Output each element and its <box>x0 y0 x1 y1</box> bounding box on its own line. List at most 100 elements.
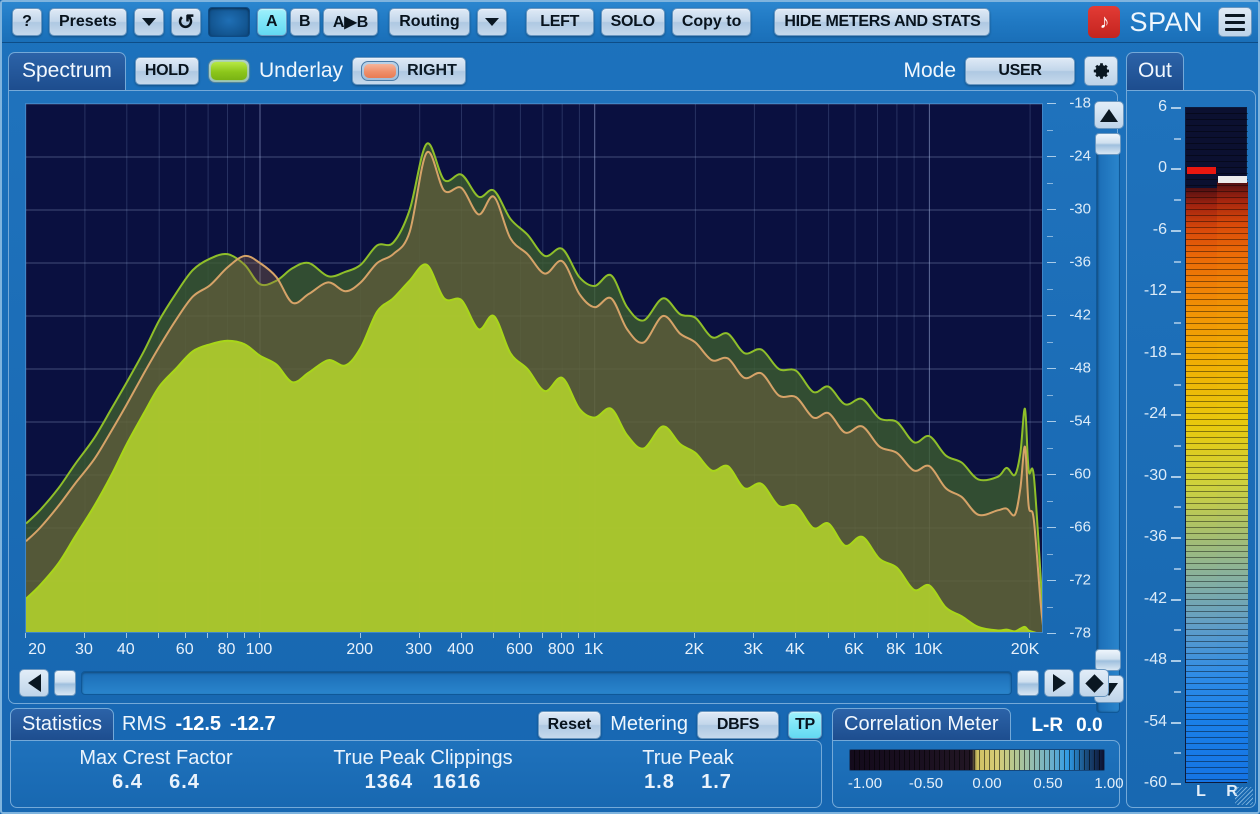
correlation-lr-label: L-R <box>1031 715 1063 737</box>
output-meter-panel: 60-6-12-18-24-30-36-42-48-54-60 L R <box>1126 90 1256 808</box>
meter-scale-tick-minor <box>1174 752 1181 754</box>
vertical-scroll-handle-top[interactable] <box>1095 133 1121 155</box>
copy-to-button[interactable]: Copy to <box>672 8 752 36</box>
span-plugin-window: ? Presets ↺ A B A▶B Routing LEFT SOLO Co… <box>0 0 1260 814</box>
metering-tp-button[interactable]: TP <box>788 711 822 739</box>
db-tick-mark-minor <box>1047 554 1053 555</box>
db-tick-mark <box>1047 315 1056 316</box>
reset-view-button[interactable] <box>1079 669 1109 697</box>
correlation-lr-value: 0.0 <box>1076 715 1102 737</box>
db-tick-mark-minor <box>1047 501 1053 502</box>
hold-button[interactable]: HOLD <box>135 57 199 85</box>
hamburger-icon[interactable] <box>1218 7 1252 37</box>
db-tick-mark-minor <box>1047 342 1053 343</box>
meter-scale-tick <box>1171 599 1181 601</box>
meter-scale-label: -54 <box>1144 713 1167 731</box>
meter-scale-tick-minor <box>1174 691 1181 693</box>
hide-meters-and-stats-button[interactable]: HIDE METERS AND STATS <box>774 8 990 36</box>
gear-icon[interactable] <box>1084 56 1118 86</box>
undo-button[interactable]: ↺ <box>171 8 201 36</box>
meter-scale-tick <box>1171 107 1181 109</box>
db-tick-mark <box>1047 368 1056 369</box>
copy-a-to-b-label: A▶B <box>333 12 368 32</box>
db-tick-label: -42 <box>1069 307 1091 324</box>
hold-label: HOLD <box>145 62 189 80</box>
stat-column-true-peak-clippings: True Peak Clippings 1364 1616 <box>297 747 549 794</box>
mode-value-label: USER <box>998 62 1041 80</box>
copy-a-to-b-button[interactable]: A▶B <box>323 8 378 36</box>
frequency-tick-mark <box>877 633 878 638</box>
scroll-left-button[interactable] <box>19 669 49 697</box>
presets-dropdown-button[interactable] <box>134 8 164 36</box>
routing-button[interactable]: Routing <box>389 8 469 36</box>
tab-spectrum[interactable]: Spectrum <box>8 52 126 90</box>
spectrum-graph[interactable] <box>25 103 1043 633</box>
frequency-tick-mark <box>542 633 543 638</box>
tab-statistics[interactable]: Statistics <box>10 708 114 741</box>
logo-glyph: ♪ <box>1099 11 1109 34</box>
output-meter-bars[interactable] <box>1185 107 1247 783</box>
frequency-tick-label: 400 <box>447 641 474 659</box>
solo-button[interactable]: SOLO <box>601 8 665 36</box>
correlation-tick-label: 1.00 <box>1094 775 1123 792</box>
db-tick-mark <box>1047 156 1056 157</box>
app-title: SPAN <box>1129 7 1203 38</box>
meter-scale-tick <box>1171 291 1181 293</box>
meter-scale-label: -48 <box>1144 651 1167 669</box>
preset-a-button[interactable]: A <box>257 8 287 36</box>
frequency-tick-label: 8K <box>886 641 906 659</box>
db-tick-label: -36 <box>1069 254 1091 271</box>
frequency-tick-mark <box>594 633 595 638</box>
correlation-bar-segments <box>850 750 1104 770</box>
copy-to-label: Copy to <box>682 13 742 31</box>
horizontal-scroll-track[interactable] <box>81 671 1012 695</box>
reset-button[interactable]: Reset <box>538 711 602 739</box>
routing-dropdown-button[interactable] <box>477 8 507 36</box>
chevron-down-icon <box>485 18 499 26</box>
tab-correlation-meter-label: Correlation Meter <box>844 713 999 736</box>
scroll-handle-left[interactable] <box>54 670 76 696</box>
meter-scale-tick <box>1171 660 1181 662</box>
db-tick-label: -66 <box>1069 519 1091 536</box>
frequency-axis: 20304060801002003004006008001K2K3K4K6K8K… <box>25 633 1043 663</box>
preset-b-button[interactable]: B <box>290 8 320 36</box>
metering-dbfs-label: DBFS <box>717 716 759 734</box>
stat-right-value: 1616 <box>433 771 482 793</box>
frequency-tick-label: 600 <box>506 641 533 659</box>
scroll-handle-right[interactable] <box>1017 670 1039 696</box>
frequency-tick-mark <box>694 633 695 638</box>
frequency-tick-label: 60 <box>176 641 194 659</box>
stat-right-value: 1.7 <box>701 771 732 793</box>
tab-out[interactable]: Out <box>1126 52 1184 90</box>
db-tick-mark-minor <box>1047 607 1053 608</box>
underlay-channel-button[interactable]: RIGHT <box>352 57 466 85</box>
mode-value-button[interactable]: USER <box>965 57 1075 85</box>
db-tick-label: -48 <box>1069 360 1091 377</box>
presets-button[interactable]: Presets <box>49 8 127 36</box>
frequency-tick-mark <box>561 633 562 638</box>
scroll-right-button[interactable] <box>1044 669 1074 697</box>
frequency-tick-mark <box>896 633 897 638</box>
metering-label: Metering <box>610 713 688 736</box>
zoom-up-button[interactable] <box>1094 101 1124 129</box>
meter-scale-tick <box>1171 168 1181 170</box>
tab-correlation-meter[interactable]: Correlation Meter <box>832 708 1011 741</box>
hold-led-indicator[interactable] <box>208 59 250 83</box>
reset-label: Reset <box>548 716 592 734</box>
vertical-scroll-track[interactable] <box>1096 133 1120 713</box>
correlation-bar[interactable] <box>849 749 1105 771</box>
triangle-right-icon <box>1053 674 1066 692</box>
meter-scale-tick <box>1171 353 1181 355</box>
db-tick-mark-minor <box>1047 289 1053 290</box>
frequency-tick-label: 20K <box>1011 641 1039 659</box>
channel-left-button[interactable]: LEFT <box>526 8 594 36</box>
help-button[interactable]: ? <box>12 8 42 36</box>
meter-scale-label: -60 <box>1144 774 1167 792</box>
correlation-tick-labels: -1.00-0.500.000.501.00 <box>843 775 1111 799</box>
db-tick-mark <box>1047 209 1056 210</box>
db-tick-mark-minor <box>1047 183 1053 184</box>
meter-scale-label: -24 <box>1144 405 1167 423</box>
resize-grip-icon[interactable] <box>1235 787 1253 805</box>
metering-dbfs-button[interactable]: DBFS <box>697 711 779 739</box>
frequency-tick-mark <box>84 633 85 638</box>
